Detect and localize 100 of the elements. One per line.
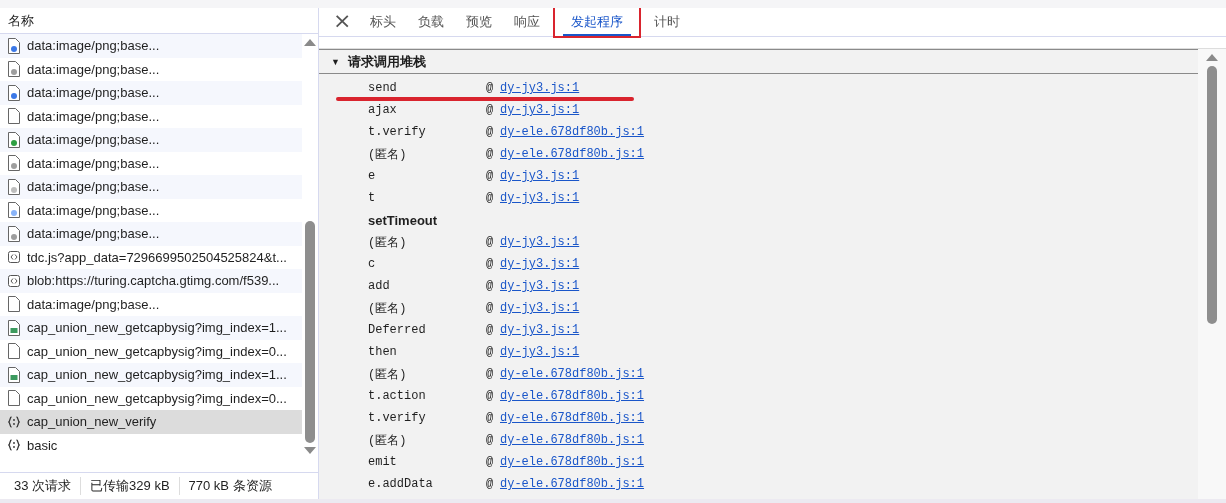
- request-row[interactable]: cap_union_new_verify: [0, 410, 302, 434]
- tab[interactable]: 负载: [410, 8, 453, 36]
- source-link[interactable]: dy-ele.678df80b.js:1: [500, 455, 645, 469]
- request-row[interactable]: basic: [0, 433, 302, 457]
- section-header[interactable]: ▼ 请求调用堆栈: [319, 49, 1198, 74]
- close-button[interactable]: ×: [331, 10, 360, 34]
- request-name: data:image/png;base...: [27, 108, 160, 124]
- request-name: cap_union_new_verify: [27, 414, 157, 430]
- image-file-icon: [7, 365, 21, 384]
- at-sign: @: [486, 367, 495, 381]
- request-name: cap_union_new_getcapbysig?img_index=1...: [27, 320, 287, 336]
- request-row[interactable]: data:image/png;base...: [0, 198, 302, 222]
- summary-text: 33 次请求: [5, 477, 82, 495]
- source-link[interactable]: dy-ele.678df80b.js:1: [500, 367, 645, 381]
- source-link[interactable]: dy-ele.678df80b.js:1: [500, 433, 645, 447]
- request-name: tdc.js?app_data=7296699502504525824&t...: [27, 249, 287, 265]
- at-sign: @: [486, 125, 495, 139]
- request-name: cap_union_new_getcapbysig?img_index=0...: [27, 343, 287, 359]
- source-link[interactable]: dy-jy3.js:1: [500, 345, 580, 359]
- file-icon: [7, 342, 21, 361]
- request-name: data:image/png;base...: [27, 179, 160, 195]
- file-icon: [7, 154, 21, 173]
- request-name: cap_union_new_getcapbysig?img_index=1...: [27, 367, 287, 383]
- at-sign: @: [486, 477, 495, 491]
- request-row[interactable]: data:image/png;base...: [0, 222, 302, 246]
- function-name: send: [368, 81, 398, 95]
- at-sign: @: [486, 323, 495, 337]
- source-link[interactable]: dy-jy3.js:1: [500, 235, 580, 249]
- function-name: (匿名): [368, 300, 408, 317]
- function-name: t: [368, 191, 377, 205]
- request-name: data:image/png;base...: [27, 226, 160, 242]
- request-row[interactable]: cap_union_new_getcapbysig?img_index=1...: [0, 316, 302, 340]
- function-name: (匿名): [368, 366, 408, 383]
- source-link[interactable]: dy-ele.678df80b.js:1: [500, 125, 645, 139]
- file-icon: [7, 201, 21, 220]
- at-sign: @: [486, 345, 495, 359]
- request-name: basic: [27, 437, 58, 453]
- source-link[interactable]: dy-ele.678df80b.js:1: [500, 389, 645, 403]
- request-row[interactable]: cap_union_new_getcapbysig?img_index=0...: [0, 386, 302, 410]
- function-name: add: [368, 279, 391, 293]
- request-name: data:image/png;base...: [27, 155, 160, 171]
- request-row[interactable]: data:image/png;base...: [0, 175, 302, 199]
- source-link[interactable]: dy-ele.678df80b.js:1: [500, 411, 645, 425]
- at-sign: @: [486, 169, 495, 183]
- function-name: Deferred: [368, 323, 427, 337]
- source-link[interactable]: dy-ele.678df80b.js:1: [500, 477, 645, 491]
- request-row[interactable]: blob:https://turing.captcha.gtimg.com/f539...: [0, 269, 302, 293]
- file-icon: [7, 36, 21, 55]
- request-row[interactable]: data:image/png;base...: [0, 292, 302, 316]
- function-name: t.verify: [368, 125, 427, 139]
- at-sign: @: [486, 81, 495, 95]
- scrollbar[interactable]: [1198, 49, 1226, 499]
- source-link[interactable]: dy-jy3.js:1: [500, 279, 580, 293]
- file-icon: [7, 389, 21, 408]
- at-sign: @: [486, 103, 495, 117]
- at-sign: @: [486, 455, 495, 469]
- request-row[interactable]: data:image/png;base...: [0, 128, 302, 152]
- expand-toggle[interactable]: ▼: [331, 56, 340, 67]
- function-name: e.addData: [368, 477, 434, 491]
- request-row[interactable]: data:image/png;base...: [0, 104, 302, 128]
- at-sign: @: [486, 235, 495, 249]
- at-sign: @: [486, 301, 495, 315]
- request-row[interactable]: tdc.js?app_data=7296699502504525824&t...: [0, 245, 302, 269]
- source-link[interactable]: dy-jy3.js:1: [500, 191, 580, 205]
- image-file-icon: [7, 318, 21, 337]
- request-row[interactable]: data:image/png;base...: [0, 81, 302, 105]
- tab[interactable]: 预览: [458, 8, 501, 36]
- request-row[interactable]: cap_union_new_getcapbysig?img_index=0...: [0, 339, 302, 363]
- request-name: data:image/png;base...: [27, 61, 160, 77]
- tab[interactable]: 发起程序: [563, 8, 632, 36]
- column-header[interactable]: 名称: [8, 11, 34, 30]
- function-name: t.action: [368, 389, 427, 403]
- request-row[interactable]: data:image/png;base...: [0, 57, 302, 81]
- request-name: data:image/png;base...: [27, 202, 160, 218]
- tab[interactable]: 响应: [506, 8, 549, 36]
- at-sign: @: [486, 433, 495, 447]
- function-name: then: [368, 345, 398, 359]
- source-link[interactable]: dy-jy3.js:1: [500, 81, 580, 95]
- request-name: data:image/png;base...: [27, 38, 160, 54]
- section-title: 请求调用堆栈: [347, 52, 426, 71]
- file-icon: [7, 83, 21, 102]
- source-link[interactable]: dy-jy3.js:1: [500, 257, 580, 271]
- file-icon: [7, 60, 21, 79]
- source-link[interactable]: dy-jy3.js:1: [500, 169, 580, 183]
- source-link[interactable]: dy-jy3.js:1: [500, 323, 580, 337]
- at-sign: @: [486, 147, 495, 161]
- function-name: emit: [368, 455, 398, 469]
- tab[interactable]: 计时: [646, 8, 689, 36]
- source-link[interactable]: dy-ele.678df80b.js:1: [500, 147, 645, 161]
- at-sign: @: [486, 389, 495, 403]
- file-icon: [7, 224, 21, 243]
- request-name: cap_union_new_getcapbysig?img_index=0...: [27, 390, 287, 406]
- request-name: data:image/png;base...: [27, 296, 160, 312]
- request-row[interactable]: cap_union_new_getcapbysig?img_index=1...: [0, 363, 302, 387]
- request-row[interactable]: data:image/png;base...: [0, 34, 302, 58]
- request-row[interactable]: data:image/png;base...: [0, 151, 302, 175]
- tab[interactable]: 标头: [362, 8, 405, 36]
- source-link[interactable]: dy-jy3.js:1: [500, 103, 580, 117]
- file-icon: [7, 130, 21, 149]
- source-link[interactable]: dy-jy3.js:1: [500, 301, 580, 315]
